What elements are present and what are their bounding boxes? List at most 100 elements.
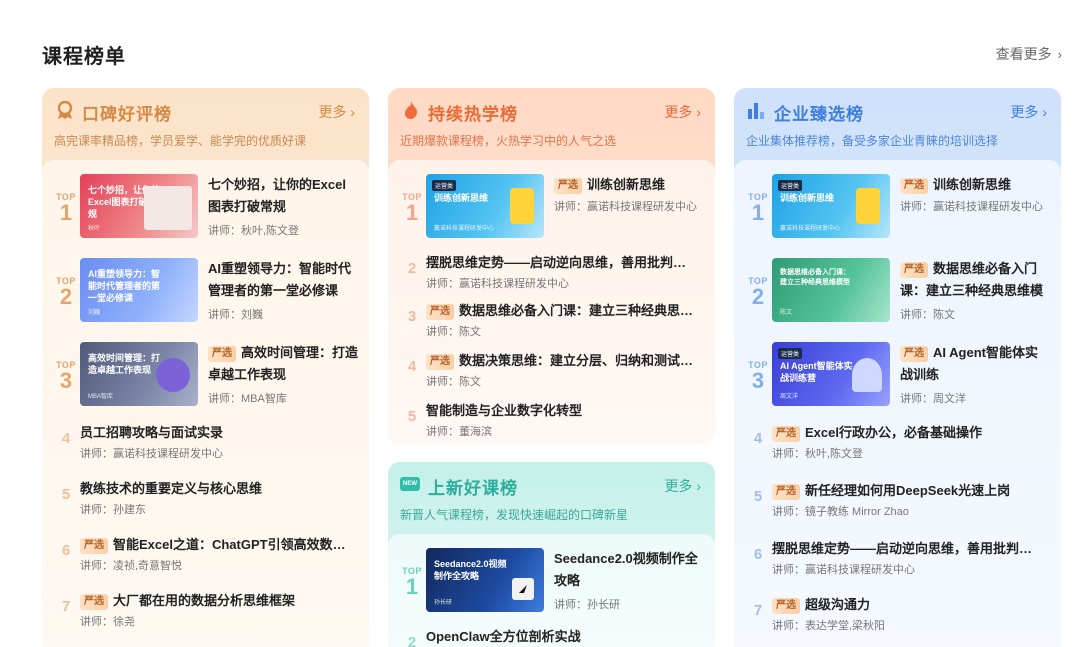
board-more-link[interactable]: 更多 › [1010,102,1047,122]
course-thumbnail[interactable]: 数据思维必备入门课：建立三种经典思维模型 陈文 [772,258,890,322]
course-title[interactable]: 七个妙招，让你的Excel图表打破常规 [208,174,358,218]
course-title-text[interactable]: 数据决策思维：建立分层、归纳和测试思维 [459,353,698,368]
board-more-label[interactable]: 更多 [318,104,346,120]
course-title-text[interactable]: 新任经理如何用DeepSeek光速上岗 [805,483,1010,498]
course-title[interactable]: 摆脱思维定势——启动逆向思维，善用批判性思维 [772,538,1044,560]
board-subtitle: 高完课率精品榜，学员爱学、能学完的优质好课 [54,134,307,148]
course-title[interactable]: 智能制造与企业数字化转型 [426,400,698,422]
thumbnail-title: 训练创新思维 [434,193,489,203]
course-thumbnail[interactable]: 运营类 训练创新思维 赢诺科技课程研发中心 [772,174,890,238]
list-item[interactable]: 2 OpenClaw全方位剖析实战 [388,626,715,647]
chevron-right-icon: › [1042,104,1047,120]
list-item[interactable]: TOP 1 七个妙招，让你的Excel图表打破常规 秋叶 七个妙招，让你的Exce… [42,174,369,242]
course-thumbnail[interactable]: 七个妙招，让你的Excel图表打破常规 秋叶 [80,174,198,238]
course-title[interactable]: 教练技术的重要定义与核心思维 [80,478,360,500]
course-title[interactable]: OpenClaw全方位剖析实战 [426,626,698,647]
lecturer: 讲师：凌祯,奇意智悦 [80,557,182,573]
board-more-link[interactable]: 更多 › [664,476,701,496]
course-title[interactable]: 严选 智能Excel之道：ChatGPT引领高效数据处理 [80,534,352,556]
course-title[interactable]: 严选 AI Agent智能体实战训练 [900,342,1050,386]
thumbnail-footer: 赢诺科技课程研发中心 [780,226,841,232]
thumbnail-illustration [856,188,880,224]
course-thumbnail[interactable]: AI重塑领导力：智能时代管理者的第一堂必修课 刘巍 [80,258,198,322]
flame-icon [400,99,422,121]
course-title-text[interactable]: 训练创新思维 [933,177,1011,192]
thumbnail-illustration [852,358,882,392]
course-title-text[interactable]: 大厂都在用的数据分析思维框架 [113,593,295,608]
rank-badge: TOP 1 [398,566,426,598]
course-thumbnail[interactable]: 运营类 训练创新思维 赢诺科技课程研发中心 [426,174,544,238]
course-thumbnail[interactable]: Seedance2.0视频制作全攻略 孙长研 [426,548,544,612]
course-title[interactable]: 摆脱思维定势——启动逆向思维，善用批判性思维 [426,252,698,274]
list-item[interactable]: 2 摆脱思维定势——启动逆向思维，善用批判性思维 讲师：赢诺科技课程研发中心 [388,252,715,294]
yanxuan-badge: 严选 [80,594,108,610]
lecturer: 讲师：秋叶,陈文登 [208,222,299,238]
course-title[interactable]: 严选 数据决策思维：建立分层、归纳和测试思维 [426,350,698,372]
course-thumbnail[interactable]: 高效时间管理：打造卓越工作表现 MBA智库 [80,342,198,406]
course-title-text[interactable]: 数据思维必备入门课：建立三种经典思维模型 [459,303,698,318]
view-more-link[interactable]: 查看更多 › [996,44,1062,64]
board-list: TOP 1 Seedance2.0视频制作全攻略 孙长研 Seedance2.0视… [388,534,715,647]
board-more-link[interactable]: 更多 › [664,102,701,122]
course-title[interactable]: 严选数据思维必备入门课：建立三种经典思维模型 [426,300,698,322]
list-item[interactable]: TOP 3 运营类 AI Agent智能体实战训练营 周文洋 严选 AI Agent… [734,342,1061,410]
list-item[interactable]: 6 摆脱思维定势——启动逆向思维，善用批判性思维 讲师：赢诺科技课程研发中心 [734,538,1061,580]
chevron-right-icon: › [696,478,701,494]
lecturer: 讲师：陈文 [900,306,955,322]
list-item[interactable]: TOP 1 运营类 训练创新思维 赢诺科技课程研发中心 严选 训练创新思维 讲师：赢… [388,174,715,242]
list-item[interactable]: TOP 1 运营类 训练创新思维 赢诺科技课程研发中心 严选 训练创新思维 讲师：赢… [734,174,1061,242]
course-title[interactable]: 严选 Excel行政办公，必备基础操作 [772,422,1044,444]
course-title-text[interactable]: 训练创新思维 [587,177,665,192]
list-item[interactable]: TOP 2 数据思维必备入门课：建立三种经典思维模型 陈文 严选 数据思维必备入门课… [734,258,1061,326]
list-item[interactable]: 7 严选 大厂都在用的数据分析思维框架 讲师：徐尧 [42,590,369,632]
course-title[interactable]: 严选 训练创新思维 [554,174,704,196]
course-thumbnail[interactable]: 运营类 AI Agent智能体实战训练营 周文洋 [772,342,890,406]
list-item[interactable]: 4 严选 数据决策思维：建立分层、归纳和测试思维 讲师：陈文 [388,350,715,392]
list-item[interactable]: 6 严选 智能Excel之道：ChatGPT引领高效数据处理 讲师：凌祯,奇意智悦 [42,534,369,576]
course-title-text[interactable]: 智能Excel之道：ChatGPT引领高效数据处理 [113,537,352,552]
course-title[interactable]: Seedance2.0视频制作全攻略 [554,548,704,592]
list-item[interactable]: 5 教练技术的重要定义与核心思维 讲师：孙建东 [42,478,369,520]
rank-badge: TOP 3 [52,360,80,392]
list-item[interactable]: TOP 1 Seedance2.0视频制作全攻略 孙长研 Seedance2.0视… [388,548,715,616]
board-more-link[interactable]: 更多 › [318,102,355,122]
course-title[interactable]: 严选 超级沟通力 [772,594,1044,616]
lecturer-prefix: 讲师： [772,448,805,460]
lecturer-prefix: 讲师： [772,564,805,576]
lecturer-name: 周文洋 [933,393,966,405]
list-item[interactable]: TOP 3 高效时间管理：打造卓越工作表现 MBA智库 严选 高效时间管理：打造卓越… [42,342,369,410]
list-item[interactable]: 4 严选 Excel行政办公，必备基础操作 讲师：秋叶,陈文登 [734,422,1061,464]
board-more-label[interactable]: 更多 [664,104,692,120]
lecturer: 讲师：表达学堂,梁秋阳 [772,617,885,633]
board-qiye: 企业臻选榜 更多 › 企业集体推荐榜，备受多家企业青睐的培训选择 TOP 1 运营… [734,88,1061,647]
course-title[interactable]: 员工招聘攻略与面试实录 [80,422,360,444]
lecturer-prefix: 讲师： [772,620,805,632]
course-title-text[interactable]: Excel行政办公，必备基础操作 [805,425,982,440]
course-title[interactable]: 严选 高效时间管理：打造卓越工作表现 [208,342,358,386]
list-item[interactable]: 3 严选 数据思维必备入门课：建立三种经典思维模型 讲师：陈文 [388,300,715,342]
course-title[interactable]: 严选 训练创新思维 [900,174,1050,196]
course-title[interactable]: 严选数据思维必备入门课：建立三种经典思维模型 [900,258,1050,302]
yanxuan-badge: 严选 [900,262,928,278]
thumbnail-illustration [510,188,534,224]
list-item[interactable]: 5 严选 新任经理如何用DeepSeek光速上岗 讲师：镜子教练 Mirror Z… [734,480,1061,522]
yanxuan-badge: 严选 [208,346,236,362]
lecturer: 讲师：孙建东 [80,501,146,517]
course-title[interactable]: AI重塑领导力：智能时代管理者的第一堂必修课 [208,258,358,302]
board-more-label[interactable]: 更多 [664,478,692,494]
view-more-label[interactable]: 查看更多 [996,46,1052,62]
board-header: NEW 上新好课榜 更多 › 新晋人气课程榜，发现快速崛起的口碑新星 [388,462,715,534]
list-item[interactable]: 4 员工招聘攻略与面试实录 讲师：赢诺科技课程研发中心 [42,422,369,464]
list-item[interactable]: TOP 2 AI重塑领导力：智能时代管理者的第一堂必修课 刘巍 AI重塑领导力：智… [42,258,369,326]
course-title[interactable]: 严选 大厂都在用的数据分析思维框架 [80,590,352,612]
lecturer: 讲师：周文洋 [900,390,966,406]
board-title: 上新好课榜 [428,479,518,498]
new-icon: NEW [400,477,420,491]
course-title-text[interactable]: 超级沟通力 [805,597,870,612]
list-item[interactable]: 7 严选 超级沟通力 讲师：表达学堂,梁秋阳 [734,594,1061,636]
thumbnail-tag: 运营类 [432,180,457,191]
list-item[interactable]: 5 智能制造与企业数字化转型 讲师：董海滨 [388,400,715,442]
lecturer-prefix: 讲师： [900,393,933,405]
course-title[interactable]: 严选 新任经理如何用DeepSeek光速上岗 [772,480,1044,502]
board-more-label[interactable]: 更多 [1010,104,1038,120]
